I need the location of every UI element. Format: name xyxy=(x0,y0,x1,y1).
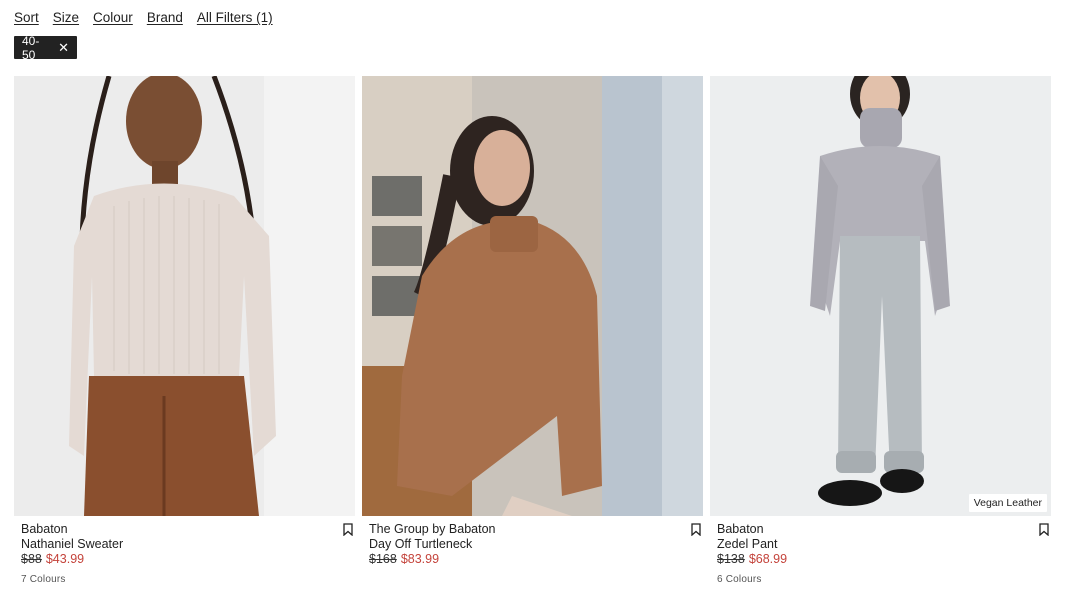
colour-count: 6 Colours xyxy=(717,574,762,585)
product-info: The Group by Babaton Day Off Turtleneck … xyxy=(362,516,703,592)
product-name[interactable]: Day Off Turtleneck xyxy=(369,537,696,552)
sale-price: $83.99 xyxy=(400,552,440,566)
colour-count: 7 Colours xyxy=(21,574,66,585)
active-filter-label: 40-50 xyxy=(22,33,40,62)
close-icon[interactable]: ✕ xyxy=(58,41,69,54)
product-card[interactable]: The Group by Babaton Day Off Turtleneck … xyxy=(362,76,703,592)
bookmark-icon[interactable] xyxy=(1039,523,1049,536)
product-photo-turtleneck xyxy=(362,76,703,516)
product-card[interactable]: Vegan Leather Babaton Zedel Pant $138 $68… xyxy=(710,76,1051,592)
original-price: $88 xyxy=(21,552,42,566)
bookmark-icon[interactable] xyxy=(691,523,701,536)
filter-bar: Sort Size Colour Brand All Filters (1) xyxy=(14,10,287,25)
brand-filter-link[interactable]: Brand xyxy=(147,10,183,25)
product-photo-sweater xyxy=(14,76,355,516)
all-filters-link[interactable]: All Filters (1) xyxy=(197,10,273,25)
product-brand: The Group by Babaton xyxy=(369,522,496,536)
original-price: $138 xyxy=(717,552,745,566)
product-info: Babaton Nathaniel Sweater $88 $43.99 7 Co… xyxy=(14,516,355,592)
active-filter-chip[interactable]: 40-50 ✕ xyxy=(14,33,77,62)
original-price: $168 xyxy=(369,552,397,566)
product-brand: Babaton xyxy=(21,522,68,536)
product-photo-pant xyxy=(710,76,1051,516)
product-image[interactable] xyxy=(14,76,355,516)
product-brand: Babaton xyxy=(717,522,764,536)
product-image[interactable] xyxy=(362,76,703,516)
sort-link[interactable]: Sort xyxy=(14,10,39,25)
sale-price: $43.99 xyxy=(45,552,85,566)
product-name[interactable]: Zedel Pant xyxy=(717,537,1044,552)
sale-price: $68.99 xyxy=(748,552,788,566)
product-prices: $138 $68.99 xyxy=(717,552,1044,567)
product-prices: $168 $83.99 xyxy=(369,552,696,567)
colour-filter-link[interactable]: Colour xyxy=(93,10,133,25)
product-info: Babaton Zedel Pant $138 $68.99 6 Colours xyxy=(710,516,1051,592)
product-card[interactable]: Babaton Nathaniel Sweater $88 $43.99 7 Co… xyxy=(14,76,355,592)
product-prices: $88 $43.99 xyxy=(21,552,348,567)
bookmark-icon[interactable] xyxy=(343,523,353,536)
product-name[interactable]: Nathaniel Sweater xyxy=(21,537,348,552)
product-tag-badge: Vegan Leather xyxy=(968,494,1047,512)
size-filter-link[interactable]: Size xyxy=(53,10,79,25)
product-image[interactable]: Vegan Leather xyxy=(710,76,1051,516)
